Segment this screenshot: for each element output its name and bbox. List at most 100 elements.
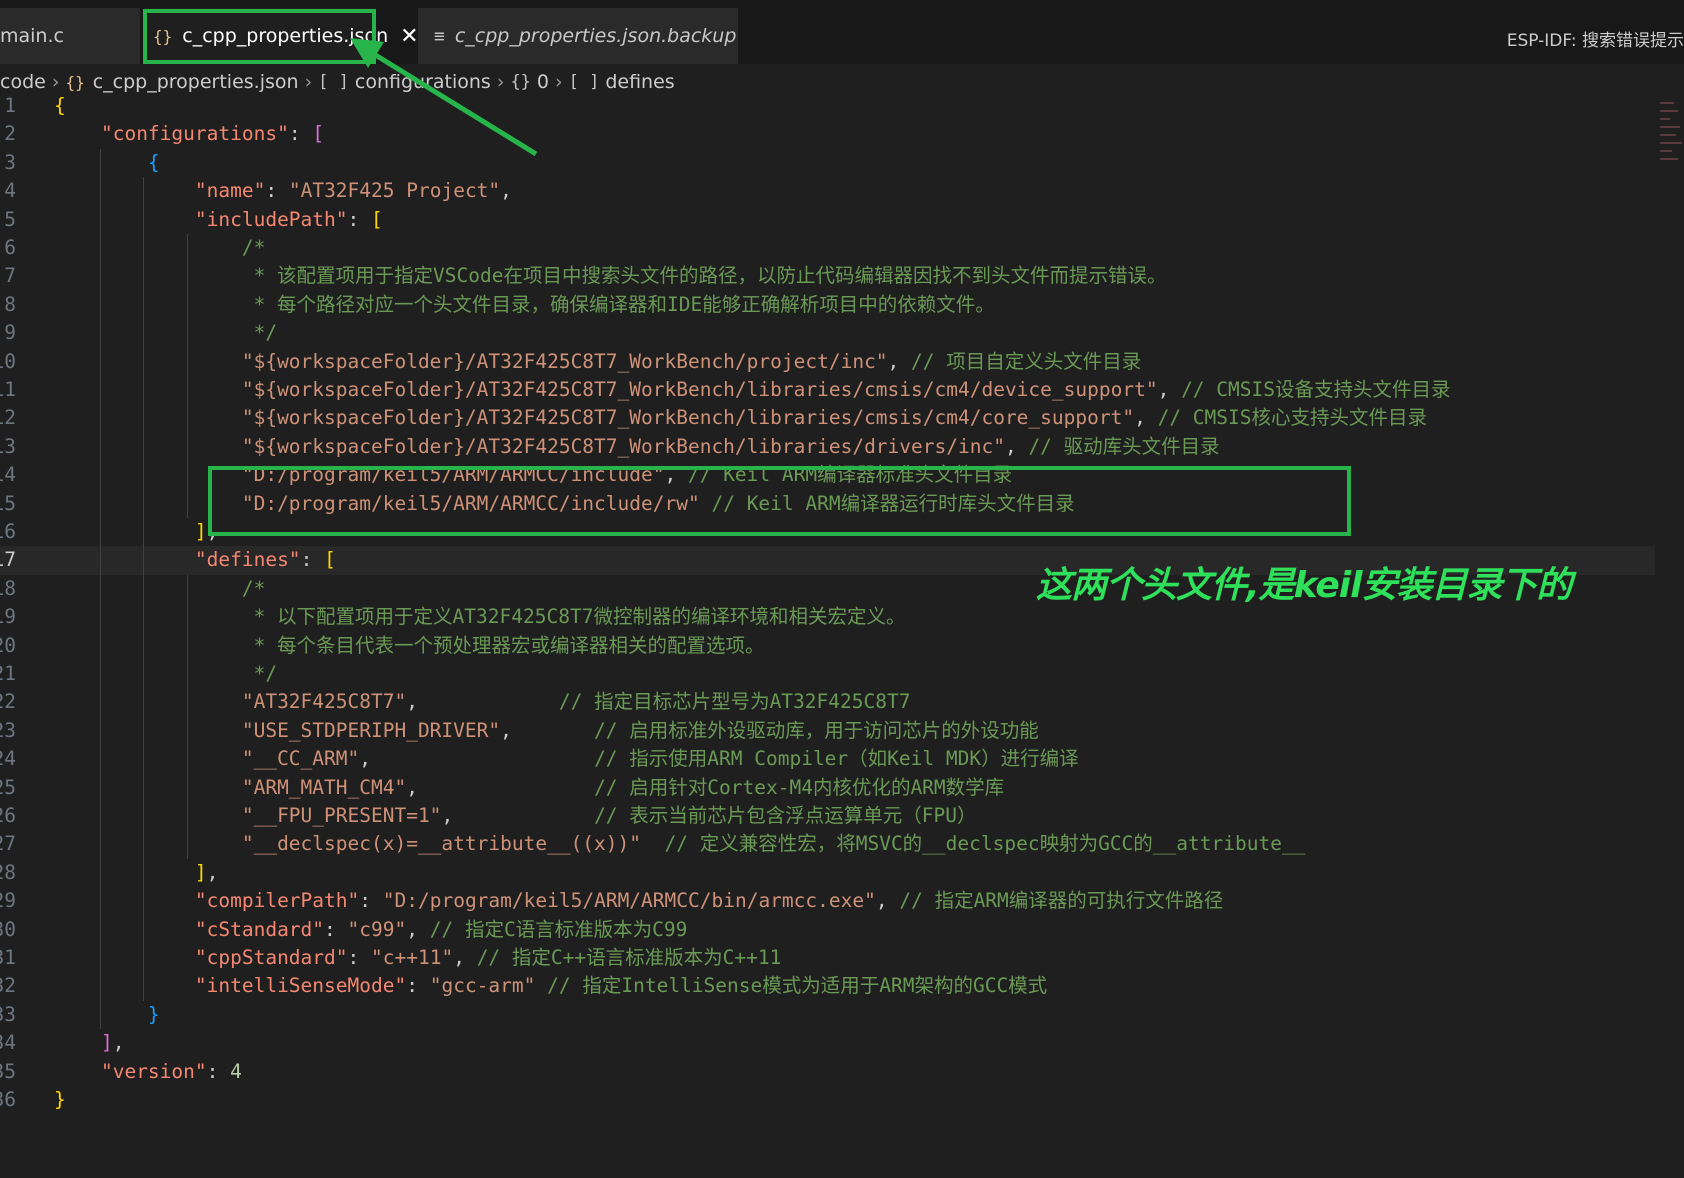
line-number: 25	[0, 775, 16, 799]
tab-main-c[interactable]: main.c	[0, 8, 140, 64]
code-line[interactable]: 31 "cppStandard": "c++11", // 指定C++语言标准版…	[0, 944, 1655, 973]
code-text: "${workspaceFolder}/AT32F425C8T7_WorkBen…	[241, 378, 1451, 401]
code-text: "${workspaceFolder}/AT32F425C8T7_WorkBen…	[241, 406, 1427, 430]
code-text: "version": 4	[100, 1059, 242, 1083]
code-text: "cppStandard": "c++11", // 指定C++语言标准版本为C…	[194, 946, 782, 969]
code-text: ],	[100, 1031, 125, 1055]
code-line[interactable]: 13 "${workspaceFolder}/AT32F425C8T7_Work…	[0, 432, 1655, 462]
code-line[interactable]: 36}	[0, 1086, 1655, 1114]
code-line[interactable]: 27 "__declspec(x)=__attribute__((x))" //…	[0, 830, 1655, 859]
chevron-right-icon: ›	[555, 71, 563, 93]
code-text: }	[147, 1002, 160, 1026]
code-text: "compilerPath": "D:/program/keil5/ARM/AR…	[194, 889, 1224, 913]
line-number: 31	[0, 946, 16, 969]
code-line[interactable]: 5 "includePath": [	[0, 205, 1655, 234]
line-number: 21	[0, 662, 16, 685]
line-number: 12	[0, 406, 16, 430]
annotation-keil-include-highlight	[208, 466, 1351, 536]
code-line[interactable]: 6 /*	[0, 234, 1655, 263]
line-number: 33	[0, 1002, 16, 1026]
line-number: 32	[0, 974, 16, 998]
code-line[interactable]: 22 "AT32F425C8T7", // 指定目标芯片型号为AT32F425C…	[0, 688, 1655, 717]
json-braces-icon: {}	[65, 72, 85, 92]
code-text: "includePath": [	[194, 207, 383, 231]
code-text: /*	[54, 576, 266, 600]
code-line[interactable]: 10 "${workspaceFolder}/AT32F425C8T7_Work…	[0, 347, 1655, 376]
line-number: 10	[0, 349, 16, 373]
code-text: "name": "AT32F425 Project",	[194, 179, 512, 203]
code-line[interactable]: 11 "${workspaceFolder}/AT32F425C8T7_Work…	[0, 376, 1655, 405]
code-text: "USE_STDPERIPH_DRIVER", // 启用标准外设驱动库，用于访…	[241, 718, 1039, 742]
code-line[interactable]: 29 "compilerPath": "D:/program/keil5/ARM…	[0, 887, 1655, 916]
line-number: 9	[4, 321, 16, 345]
line-number: 19	[0, 605, 16, 629]
code-text: "__CC_ARM", // 指示使用ARM Compiler（如Keil MD…	[241, 747, 1079, 771]
code-text: "${workspaceFolder}/AT32F425C8T7_WorkBen…	[241, 349, 1142, 373]
code-line[interactable]: 8 * 每个路径对应一个头文件目录，确保编译器和IDE能够正确解析项目中的依赖文…	[0, 290, 1655, 320]
line-number: 3	[4, 150, 16, 174]
line-number: 20	[0, 633, 16, 657]
code-text: * 每个条目代表一个预处理器宏或编译器相关的配置选项。	[54, 633, 765, 657]
code-text: ],	[194, 520, 219, 543]
tab-label: main.c	[0, 25, 64, 47]
line-number: 35	[0, 1059, 16, 1083]
annotation-arrow-icon	[350, 38, 538, 157]
breadcrumb-item-code[interactable]: code	[0, 71, 46, 93]
line-number: 29	[0, 889, 16, 913]
code-line[interactable]: 3 {	[0, 148, 1655, 178]
code-line[interactable]: 9 */	[0, 319, 1655, 348]
line-number: 26	[0, 804, 16, 827]
code-text: {	[54, 94, 66, 117]
code-text: * 以下配置项用于定义AT32F425C8T7微控制器的编译环境和相关宏定义。	[54, 605, 906, 629]
code-line[interactable]: 33 }	[0, 1000, 1655, 1030]
code-line[interactable]: 35 "version": 4	[0, 1058, 1655, 1086]
code-text: "configurations": [	[100, 122, 325, 146]
code-text: ],	[194, 860, 219, 884]
breadcrumb-item-defines[interactable]: defines	[605, 71, 674, 93]
code-line[interactable]: 12 "${workspaceFolder}/AT32F425C8T7_Work…	[0, 404, 1655, 433]
line-number: 8	[4, 292, 16, 316]
code-line[interactable]: 30 "cStandard": "c99", // 指定C语言标准版本为C99	[0, 915, 1655, 944]
code-text: "${workspaceFolder}/AT32F425C8T7_WorkBen…	[241, 434, 1220, 458]
code-line[interactable]: 20 * 每个条目代表一个预处理器宏或编译器相关的配置选项。	[0, 631, 1655, 660]
line-number: 5	[4, 207, 16, 231]
code-text: "ARM_MATH_CM4", // 启用针对Cortex-M4内核优化的ARM…	[241, 775, 1005, 799]
line-number: 17	[0, 548, 16, 572]
chevron-right-icon: ›	[51, 71, 60, 93]
code-text: }	[54, 1088, 66, 1111]
code-line[interactable]: 7 * 该配置项用于指定VSCode在项目中搜索头文件的路径，以防止代码编辑器因…	[0, 262, 1655, 291]
code-line[interactable]: 2 "configurations": [	[0, 120, 1655, 148]
code-text: /*	[54, 236, 266, 259]
line-number: 13	[0, 434, 16, 458]
line-number: 16	[0, 520, 16, 543]
line-number: 6	[4, 236, 16, 259]
line-number: 30	[0, 917, 16, 941]
line-number: 34	[0, 1031, 16, 1055]
code-text: "defines": [	[194, 548, 336, 572]
code-line[interactable]: 34 ],	[0, 1029, 1655, 1057]
code-line[interactable]: 4 "name": "AT32F425 Project",	[0, 177, 1655, 206]
line-number: 4	[4, 179, 16, 203]
esp-idf-status[interactable]: ESP-IDF: 搜索错误提示	[1507, 26, 1684, 51]
code-text: * 该配置项用于指定VSCode在项目中搜索头文件的路径，以防止代码编辑器因找不…	[54, 264, 1167, 288]
code-line[interactable]: 21 */	[0, 660, 1655, 689]
breadcrumb-item-file[interactable]: c_cpp_properties.json	[93, 71, 299, 93]
code-editor[interactable]: 1{2 "configurations": [3 {4 "name": "AT3…	[0, 94, 1684, 1178]
line-number: 23	[0, 718, 16, 742]
code-text: {	[147, 150, 160, 174]
code-text: "cStandard": "c99", // 指定C语言标准版本为C99	[194, 917, 688, 941]
code-text: "AT32F425C8T7", // 指定目标芯片型号为AT32F425C8T7	[241, 690, 911, 714]
code-line[interactable]: 1{	[0, 92, 1655, 120]
line-number: 7	[4, 264, 16, 288]
line-number: 18	[0, 576, 16, 600]
code-line[interactable]: 28 ],	[0, 858, 1655, 888]
minimap[interactable]	[1660, 100, 1684, 170]
code-line[interactable]: 32 "intelliSenseMode": "gcc-arm" // 指定In…	[0, 972, 1655, 1001]
code-line[interactable]: 23 "USE_STDPERIPH_DRIVER", // 启用标准外设驱动库，…	[0, 716, 1655, 746]
array-icon: [ ]	[568, 72, 600, 92]
code-text: */	[54, 321, 278, 345]
code-line[interactable]: 25 "ARM_MATH_CM4", // 启用针对Cortex-M4内核优化的…	[0, 773, 1655, 802]
code-line[interactable]: 24 "__CC_ARM", // 指示使用ARM Compiler（如Keil…	[0, 745, 1655, 774]
line-number: 14	[0, 463, 16, 487]
code-line[interactable]: 26 "__FPU_PRESENT=1", // 表示当前芯片包含浮点运算单元（…	[0, 802, 1655, 831]
